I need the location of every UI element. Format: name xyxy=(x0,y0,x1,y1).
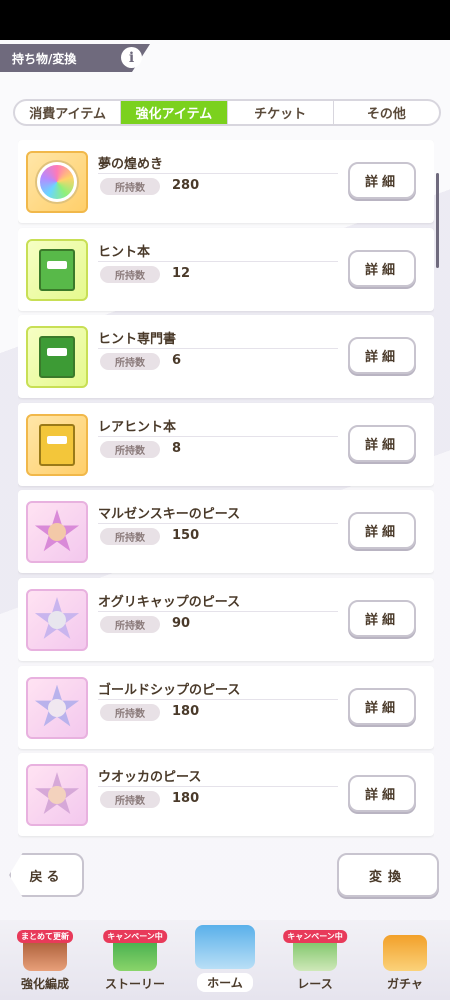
divider xyxy=(98,698,338,700)
divider xyxy=(98,610,338,612)
owned-count: 280 xyxy=(172,178,200,193)
item-name: レアヒント本 xyxy=(98,419,177,435)
item-list: 夢の煌めき 所持数 280 詳細 ヒント本 所持数 12 詳細 ヒント専門書 所… xyxy=(18,140,434,840)
rare-hint-book-icon xyxy=(39,423,75,466)
owned-label: 所持数 xyxy=(100,528,160,546)
bottom-nav: まとめて更新 強化編成 キャンペーン中 ストーリー ホーム キャンペーン中 レー… xyxy=(0,920,450,1000)
divider xyxy=(98,523,338,525)
category-tabs: 消費アイテム 強化アイテム チケット その他 xyxy=(13,99,441,126)
item-thumbnail xyxy=(26,326,88,389)
hint-book-icon xyxy=(39,248,75,291)
tab-enhancement[interactable]: 強化アイテム xyxy=(121,101,228,124)
item-thumbnail xyxy=(26,588,88,651)
tab-enhancement-label: 強化アイテム xyxy=(135,107,213,122)
item-name: オグリキャップのピース xyxy=(98,594,241,610)
owned-label: 所持数 xyxy=(100,615,160,633)
owned-label: 所持数 xyxy=(100,353,160,371)
detail-button[interactable]: 詳細 xyxy=(348,599,416,637)
owned-count: 180 xyxy=(172,791,200,807)
detail-button[interactable]: 詳細 xyxy=(348,424,416,462)
owned-label: 所持数 xyxy=(100,703,160,721)
divider xyxy=(98,260,338,262)
divider xyxy=(98,173,338,174)
nav-label: ホーム xyxy=(197,973,253,992)
tab-tickets[interactable]: チケット xyxy=(228,101,334,124)
item-name: 夢の煌めき xyxy=(98,157,164,172)
list-item: オグリキャップのピース 所持数 90 詳細 xyxy=(18,577,434,661)
detail-button[interactable]: 詳細 xyxy=(348,775,416,813)
item-thumbnail xyxy=(26,764,88,827)
item-thumbnail xyxy=(26,413,88,476)
hint-specialist-book-icon xyxy=(39,336,75,379)
rainbow-gem-icon xyxy=(37,162,77,202)
owned-count: 90 xyxy=(172,615,191,631)
detail-button[interactable]: 詳細 xyxy=(348,162,416,199)
page-title-text: 持ち物/変換 xyxy=(12,51,77,66)
item-thumbnail xyxy=(26,238,88,301)
list-item: レアヒント本 所持数 8 詳細 xyxy=(18,402,434,486)
nav-item-gacha[interactable]: ガチャ xyxy=(360,920,450,1000)
info-icon[interactable]: i xyxy=(121,47,142,68)
item-thumbnail xyxy=(26,676,88,739)
list-item: ヒント本 所持数 12 詳細 xyxy=(18,227,434,311)
tab-other-label: その他 xyxy=(366,107,406,122)
character-piece-icon xyxy=(34,684,80,731)
character-piece-icon xyxy=(34,772,80,818)
owned-count: 8 xyxy=(172,440,182,456)
nav-item-enhance-formation[interactable]: まとめて更新 強化編成 xyxy=(0,920,90,1000)
nav-badge: キャンペーン中 xyxy=(283,930,347,943)
owned-count: 180 xyxy=(172,703,200,719)
home-building-icon xyxy=(195,925,255,969)
owned-label: 所持数 xyxy=(100,440,160,458)
tab-other[interactable]: その他 xyxy=(334,101,439,124)
detail-button[interactable]: 詳細 xyxy=(348,512,416,550)
list-item: マルゼンスキーのピース 所持数 150 詳細 xyxy=(18,490,434,574)
nav-label: 強化編成 xyxy=(20,977,69,991)
status-bar xyxy=(0,0,450,40)
list-item: ウオッカのピース 所持数 180 詳細 xyxy=(18,753,434,837)
nav-item-home[interactable]: ホーム xyxy=(180,920,270,1000)
divider xyxy=(98,348,338,350)
owned-label: 所持数 xyxy=(100,178,160,195)
character-piece-icon xyxy=(34,509,80,555)
detail-button[interactable]: 詳細 xyxy=(348,687,416,725)
list-item: ヒント専門書 所持数 6 詳細 xyxy=(18,315,434,399)
owned-label: 所持数 xyxy=(100,791,160,809)
tab-consumables-label: 消費アイテム xyxy=(29,107,106,122)
owned-count: 150 xyxy=(172,528,200,544)
item-name: ヒント本 xyxy=(98,244,151,260)
item-name: ゴールドシップのピース xyxy=(98,682,241,698)
owned-count: 6 xyxy=(172,353,182,369)
tab-tickets-label: チケット xyxy=(254,107,307,122)
list-item: 夢の煌めき 所持数 280 詳細 xyxy=(18,140,434,223)
exchange-button[interactable]: 変換 xyxy=(337,853,439,897)
back-button[interactable]: 戻る xyxy=(9,853,84,897)
item-name: ウオッカのピース xyxy=(98,770,202,786)
item-name: マルゼンスキーのピース xyxy=(98,507,241,523)
detail-button[interactable]: 詳細 xyxy=(348,337,416,375)
gacha-icon xyxy=(383,935,427,971)
divider xyxy=(98,786,338,788)
list-item: ゴールドシップのピース 所持数 180 詳細 xyxy=(18,665,434,749)
divider xyxy=(98,435,338,437)
character-piece-icon xyxy=(34,596,80,643)
item-name: ヒント専門書 xyxy=(98,332,177,348)
detail-button[interactable]: 詳細 xyxy=(348,249,416,287)
list-scrollbar[interactable] xyxy=(436,173,439,268)
nav-item-race[interactable]: キャンペーン中 レース xyxy=(270,920,360,1000)
owned-label: 所持数 xyxy=(100,265,160,283)
nav-badge: キャンペーン中 xyxy=(103,930,167,943)
tab-consumables[interactable]: 消費アイテム xyxy=(15,101,122,124)
nav-item-story[interactable]: キャンペーン中 ストーリー xyxy=(90,920,180,1000)
item-thumbnail xyxy=(26,501,88,564)
item-thumbnail xyxy=(26,151,88,213)
nav-label: ガチャ xyxy=(387,977,423,991)
nav-label: ストーリー xyxy=(104,977,165,991)
nav-label: レース xyxy=(297,977,333,991)
owned-count: 12 xyxy=(172,265,191,281)
nav-badge: まとめて更新 xyxy=(17,930,73,943)
